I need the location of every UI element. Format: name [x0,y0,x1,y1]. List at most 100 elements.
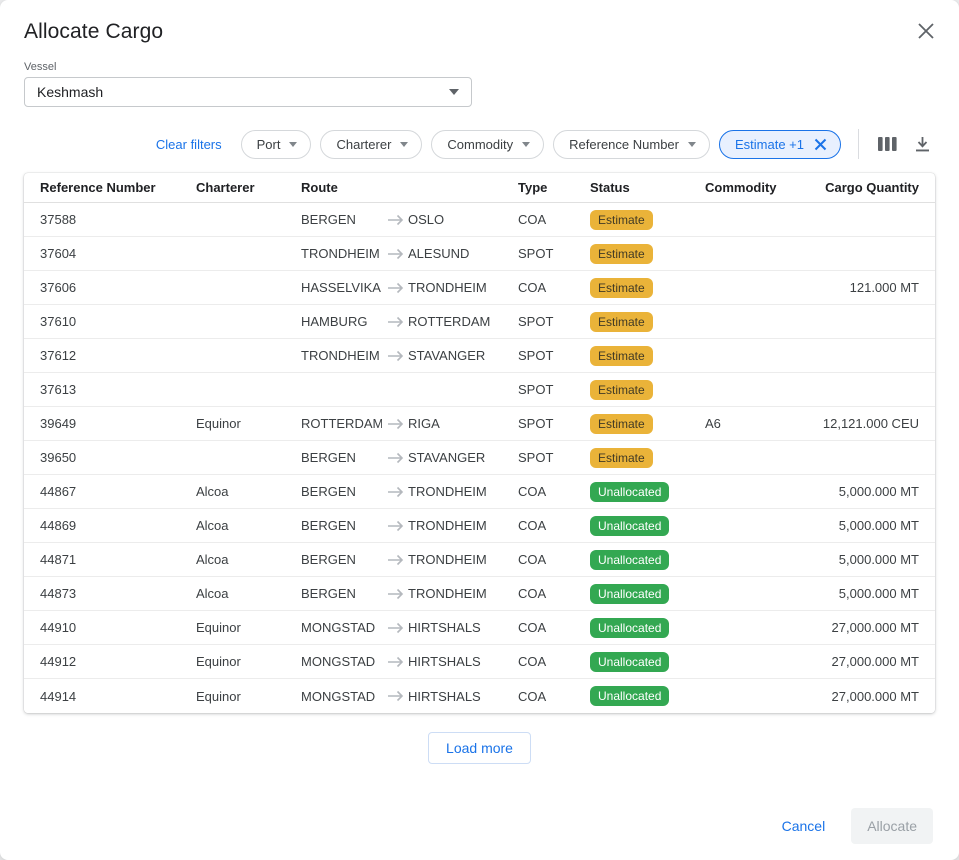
status-badge: Unallocated [590,618,669,638]
route-arrow-cell [382,316,408,328]
cell-status: Unallocated [590,686,705,706]
status-badge: Unallocated [590,482,669,502]
table-row[interactable]: 37604TRONDHEIMALESUNDSPOTEstimate [24,237,935,271]
cell-type: COA [518,212,590,227]
status-badge: Estimate [590,346,653,366]
table-row[interactable]: 44910EquinorMONGSTADHIRTSHALSCOAUnalloca… [24,611,935,645]
table-row[interactable]: 37588 BERGEN OSLOCOAEstimate [24,203,935,237]
chevron-down-icon [688,142,696,147]
arrow-right-icon [387,282,404,294]
cell-route-to: ALESUND [408,246,518,261]
columns-button[interactable] [874,132,901,156]
cell-reference-number: 37613 [40,382,196,397]
status-badge: Estimate [590,210,653,230]
cell-charterer: Equinor [196,416,301,431]
download-icon [914,141,931,156]
table-row[interactable]: 37613 SPOTEstimate [24,373,935,407]
cell-route-from: MONGSTAD [301,689,382,704]
cell-route-to: RIGA [408,416,518,431]
column-header-status: Status [590,180,705,195]
cell-route-from: BERGEN [301,212,382,227]
cell-status: Estimate [590,312,705,332]
table-row[interactable]: 39650BERGENSTAVANGERSPOTEstimate [24,441,935,475]
route-arrow-cell [382,214,408,226]
route-arrow-cell [382,486,408,498]
cell-type: SPOT [518,246,590,261]
filter-chip-port[interactable]: Port [241,130,312,159]
table-row[interactable]: 44869AlcoaBERGENTRONDHEIMCOAUnallocated5… [24,509,935,543]
allocate-cargo-dialog: Allocate Cargo Vessel Keshmash Clear fil… [0,0,959,860]
cell-cargo-quantity: 5,000.000 MT [805,552,919,567]
cell-type: SPOT [518,450,590,465]
cell-charterer: Alcoa [196,586,301,601]
filter-chip-estimate-active[interactable]: Estimate +1 [719,130,841,159]
divider [858,129,859,159]
status-badge: Estimate [590,278,653,298]
clear-filters-link[interactable]: Clear filters [156,137,222,152]
columns-icon [878,140,897,155]
cell-route-from: TRONDHEIM [301,348,382,363]
cell-type: SPOT [518,314,590,329]
close-button[interactable] [913,18,939,44]
table-header-row: Reference Number Charterer Route Type St… [24,173,935,203]
column-header-type: Type [518,180,590,195]
cell-type: COA [518,620,590,635]
table-row[interactable]: 44867AlcoaBERGENTRONDHEIMCOAUnallocated5… [24,475,935,509]
route-arrow-cell [382,520,408,532]
cell-cargo-quantity: 5,000.000 MT [805,518,919,533]
cell-cargo-quantity: 12,121.000 CEU [805,416,919,431]
table-row[interactable]: 44912EquinorMONGSTADHIRTSHALSCOAUnalloca… [24,645,935,679]
route-arrow-cell [382,554,408,566]
close-icon [917,28,935,43]
cancel-button[interactable]: Cancel [770,810,838,842]
cell-status: Unallocated [590,618,705,638]
vessel-select[interactable]: Keshmash [24,77,472,107]
table-row[interactable]: 44914EquinorMONGSTADHIRTSHALSCOAUnalloca… [24,679,935,713]
table-body: 37588BERGENOSLOCOAEstimate37604TRONDHEIM… [24,203,935,713]
cell-reference-number: 44873 [40,586,196,601]
allocate-button: Allocate [851,808,933,844]
cell-reference-number: 39650 [40,450,196,465]
table-row[interactable]: 37610HAMBURGROTTERDAMSPOTEstimate [24,305,935,339]
cell-charterer: Alcoa [196,552,301,567]
table-row[interactable]: 37606HASSELVIKATRONDHEIMCOAEstimate121.0… [24,271,935,305]
filter-chip-reference-number[interactable]: Reference Number [553,130,710,159]
cell-cargo-quantity: 5,000.000 MT [805,586,919,601]
arrow-right-icon [387,486,404,498]
download-button[interactable] [910,132,935,157]
cell-route-from: HASSELVIKA [301,280,382,295]
cell-route-from: MONGSTAD [301,620,382,635]
route-arrow-cell [382,452,408,464]
cell-status: Estimate [590,278,705,298]
column-header-commodity: Commodity [705,180,805,195]
cell-reference-number: 37588 [40,212,196,227]
cell-type: SPOT [518,382,590,397]
cargo-table: Reference Number Charterer Route Type St… [24,173,935,713]
status-badge: Unallocated [590,686,669,706]
remove-filter-icon[interactable] [814,138,827,151]
filter-chip-commodity[interactable]: Commodity [431,130,544,159]
column-header-route: Route [301,180,518,195]
table-row[interactable]: 44871AlcoaBERGENTRONDHEIMCOAUnallocated5… [24,543,935,577]
cell-status: Estimate [590,244,705,264]
table-row[interactable]: 44873AlcoaBERGENTRONDHEIMCOAUnallocated5… [24,577,935,611]
cell-route-from: HAMBURG [301,314,382,329]
cell-reference-number: 44867 [40,484,196,499]
route-arrow-cell [382,656,408,668]
cell-status: Estimate [590,414,705,434]
cell-cargo-quantity: 27,000.000 MT [805,689,919,704]
cell-reference-number: 44914 [40,689,196,704]
load-more-button[interactable]: Load more [428,732,531,764]
dialog-header: Allocate Cargo [24,20,935,44]
filter-chip-charterer[interactable]: Charterer [320,130,422,159]
cell-status: Unallocated [590,482,705,502]
dialog-footer: Cancel Allocate [24,808,935,852]
table-row[interactable]: 39649EquinorROTTERDAMRIGASPOTEstimateA61… [24,407,935,441]
cell-type: SPOT [518,416,590,431]
route-arrow-cell [382,690,408,702]
table-row[interactable]: 37612TRONDHEIMSTAVANGERSPOTEstimate [24,339,935,373]
cell-route-from: MONGSTAD [301,654,382,669]
status-badge: Estimate [590,380,653,400]
cell-route-to: OSLO [408,212,518,227]
chevron-down-icon [522,142,530,147]
